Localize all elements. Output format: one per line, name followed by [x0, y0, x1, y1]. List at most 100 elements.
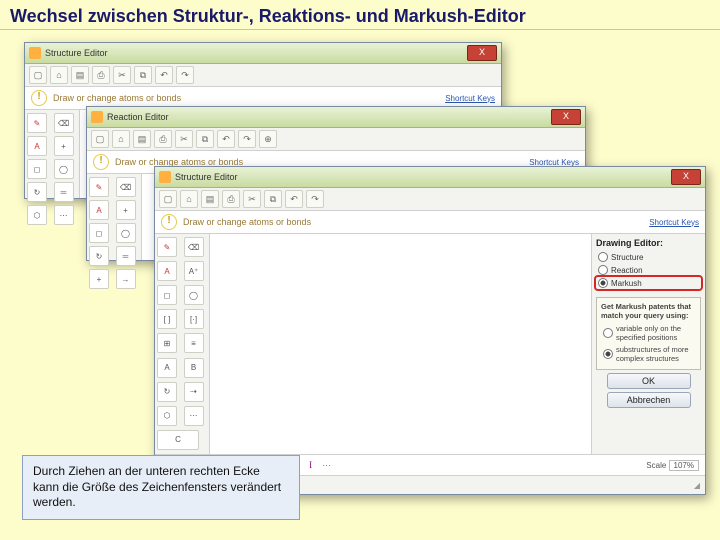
period-icon[interactable]: ⊞	[157, 333, 177, 353]
rotate-icon[interactable]: ↻	[89, 246, 109, 266]
atom2-icon[interactable]: A⁺	[184, 261, 204, 281]
new-icon[interactable]: ▢	[159, 190, 177, 208]
query-option-substructure[interactable]: substructures of more complex structures	[601, 344, 696, 364]
more-elements-icon[interactable]: ⋯	[322, 460, 331, 471]
titlebar[interactable]: Structure Editor X	[155, 167, 705, 188]
elem-i[interactable]: I	[309, 460, 312, 470]
window-markush: Structure Editor X ▢ ⌂ ▤ ⎙ ✂ ⧉ ↶ ↷ ! Dra…	[154, 166, 706, 495]
save-icon[interactable]: ▤	[133, 130, 151, 148]
scale-value[interactable]: 107%	[669, 460, 699, 471]
panel-header: Drawing Editor:	[596, 238, 701, 248]
close-button[interactable]: X	[671, 169, 701, 185]
redo-icon[interactable]: ↷	[306, 190, 324, 208]
lasso-icon[interactable]: ◯	[54, 159, 74, 179]
atom-icon[interactable]: A	[89, 200, 109, 220]
redo-icon[interactable]: ↷	[176, 66, 194, 84]
radio-icon	[603, 349, 613, 359]
new-icon[interactable]: ▢	[29, 66, 47, 84]
atom-icon[interactable]: A	[27, 136, 47, 156]
titlebar[interactable]: Reaction Editor X	[87, 107, 585, 128]
titlebar[interactable]: Structure Editor X	[25, 43, 501, 64]
radio-icon	[598, 265, 608, 275]
undo-icon[interactable]: ↶	[217, 130, 235, 148]
close-button[interactable]: X	[551, 109, 581, 125]
hint-text: Draw or change atoms or bonds	[183, 217, 643, 227]
copy-icon[interactable]: ⧉	[264, 190, 282, 208]
bracket-icon[interactable]: [ ]	[157, 309, 177, 329]
ring-icon[interactable]: ⬡	[157, 406, 177, 426]
menu-icon[interactable]: ≡	[184, 333, 204, 353]
carbon-icon[interactable]: C	[157, 430, 199, 450]
select-icon[interactable]: ◻	[27, 159, 47, 179]
lasso-icon[interactable]: ◯	[184, 285, 204, 305]
rotate-icon[interactable]: ↻	[27, 182, 47, 202]
plus-icon[interactable]: +	[89, 269, 109, 289]
save-icon[interactable]: ▤	[201, 190, 219, 208]
cut-icon[interactable]: ✂	[113, 66, 131, 84]
stage: Structure Editor X ▢ ⌂ ▤ ⎙ ✂ ⧉ ↶ ↷ ! Dra…	[0, 30, 720, 528]
hint-bar: ! Draw or change atoms or bonds Shortcut…	[155, 211, 705, 234]
bond-icon[interactable]: ═	[116, 246, 136, 266]
arrow-icon[interactable]: →	[116, 269, 136, 289]
pencil-icon[interactable]: ✎	[157, 237, 177, 257]
bond-icon[interactable]: ═	[54, 182, 74, 202]
cancel-button[interactable]: Abbrechen	[607, 392, 691, 408]
print-icon[interactable]: ⎙	[154, 130, 172, 148]
eraser-icon[interactable]: ⌫	[184, 237, 204, 257]
option-reaction[interactable]: Reaction	[596, 264, 701, 276]
open-icon[interactable]: ⌂	[180, 190, 198, 208]
link-icon[interactable]: ⇢	[184, 382, 204, 402]
print-icon[interactable]: ⎙	[92, 66, 110, 84]
copy-icon[interactable]: ⧉	[196, 130, 214, 148]
lasso-icon[interactable]: ◯	[116, 223, 136, 243]
rotate-icon[interactable]: ↻	[157, 382, 177, 402]
charge-icon[interactable]: +	[54, 136, 74, 156]
text-a-icon[interactable]: A	[157, 358, 177, 378]
new-icon[interactable]: ▢	[91, 130, 109, 148]
tool-palette: ✎ ⌫ A A⁺ ◻ ◯ [ ] [·] ⊞ ≡ A B ↻ ⇢ ⬡ ⋯ C	[155, 234, 210, 454]
ok-button[interactable]: OK	[607, 373, 691, 389]
app-icon	[159, 171, 171, 183]
resize-handle-icon[interactable]: ◢	[694, 481, 700, 490]
tool-palette: ✎ ⌫ A + ◻ ◯ ↻ ═ ⬡ ⋯	[25, 110, 80, 198]
redo-icon[interactable]: ↷	[238, 130, 256, 148]
app-icon	[29, 47, 41, 59]
query-option-variable[interactable]: variable only on the specified positions	[601, 323, 696, 343]
select-icon[interactable]: ◻	[157, 285, 177, 305]
page-title: Wechsel zwischen Struktur-, Reaktions- u…	[0, 0, 720, 30]
ring-icon[interactable]: ⬡	[27, 205, 47, 225]
markush-query-box: Get Markush patents that match your quer…	[596, 297, 701, 370]
window-title: Reaction Editor	[107, 112, 551, 122]
select-icon[interactable]: ◻	[89, 223, 109, 243]
undo-icon[interactable]: ↶	[285, 190, 303, 208]
copy-icon[interactable]: ⧉	[134, 66, 152, 84]
shortcut-link[interactable]: Shortcut Keys	[649, 218, 699, 227]
pencil-icon[interactable]: ✎	[27, 113, 47, 133]
toolbar: ▢ ⌂ ▤ ⎙ ✂ ⧉ ↶ ↷ ⊕	[87, 128, 585, 151]
option-structure[interactable]: Structure	[596, 251, 701, 263]
undo-icon[interactable]: ↶	[155, 66, 173, 84]
cut-icon[interactable]: ✂	[243, 190, 261, 208]
zoom-icon[interactable]: ⊕	[259, 130, 277, 148]
bracket2-icon[interactable]: [·]	[184, 309, 204, 329]
print-icon[interactable]: ⎙	[222, 190, 240, 208]
pencil-icon[interactable]: ✎	[89, 177, 109, 197]
eraser-icon[interactable]: ⌫	[54, 113, 74, 133]
open-icon[interactable]: ⌂	[50, 66, 68, 84]
shortcut-link[interactable]: Shortcut Keys	[445, 94, 495, 103]
charge-icon[interactable]: +	[116, 200, 136, 220]
misc-icon[interactable]: ⋯	[54, 205, 74, 225]
close-button[interactable]: X	[467, 45, 497, 61]
drawing-canvas[interactable]	[210, 234, 591, 454]
misc-icon[interactable]: ⋯	[184, 406, 204, 426]
save-icon[interactable]: ▤	[71, 66, 89, 84]
radio-icon	[598, 278, 608, 288]
eraser-icon[interactable]: ⌫	[116, 177, 136, 197]
open-icon[interactable]: ⌂	[112, 130, 130, 148]
atom-icon[interactable]: A	[157, 261, 177, 281]
cut-icon[interactable]: ✂	[175, 130, 193, 148]
info-icon: !	[31, 90, 47, 106]
option-markush[interactable]: Markush	[596, 277, 701, 289]
tool-palette: ✎ ⌫ A + ◻ ◯ ↻ ═ + →	[87, 174, 142, 260]
text-b-icon[interactable]: B	[184, 358, 204, 378]
